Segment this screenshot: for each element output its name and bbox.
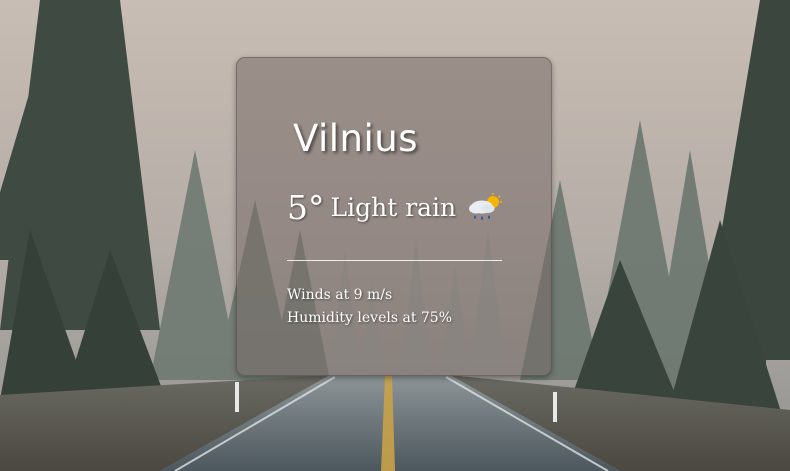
weather-details: Winds at 9 m/s Humidity levels at 75%: [287, 284, 452, 330]
divider: [287, 260, 502, 261]
current-conditions: 5° Light rain: [287, 191, 504, 224]
city-name: Vilnius: [293, 117, 419, 160]
weather-card: Vilnius 5° Light rain Winds at 9 m/s Hum…: [236, 57, 552, 376]
light-rain-icon: [464, 192, 504, 224]
wind-info: Winds at 9 m/s: [287, 287, 393, 303]
temperature: 5°: [287, 188, 325, 227]
condition-text: Light rain: [330, 193, 457, 222]
humidity-info: Humidity levels at 75%: [287, 310, 453, 326]
